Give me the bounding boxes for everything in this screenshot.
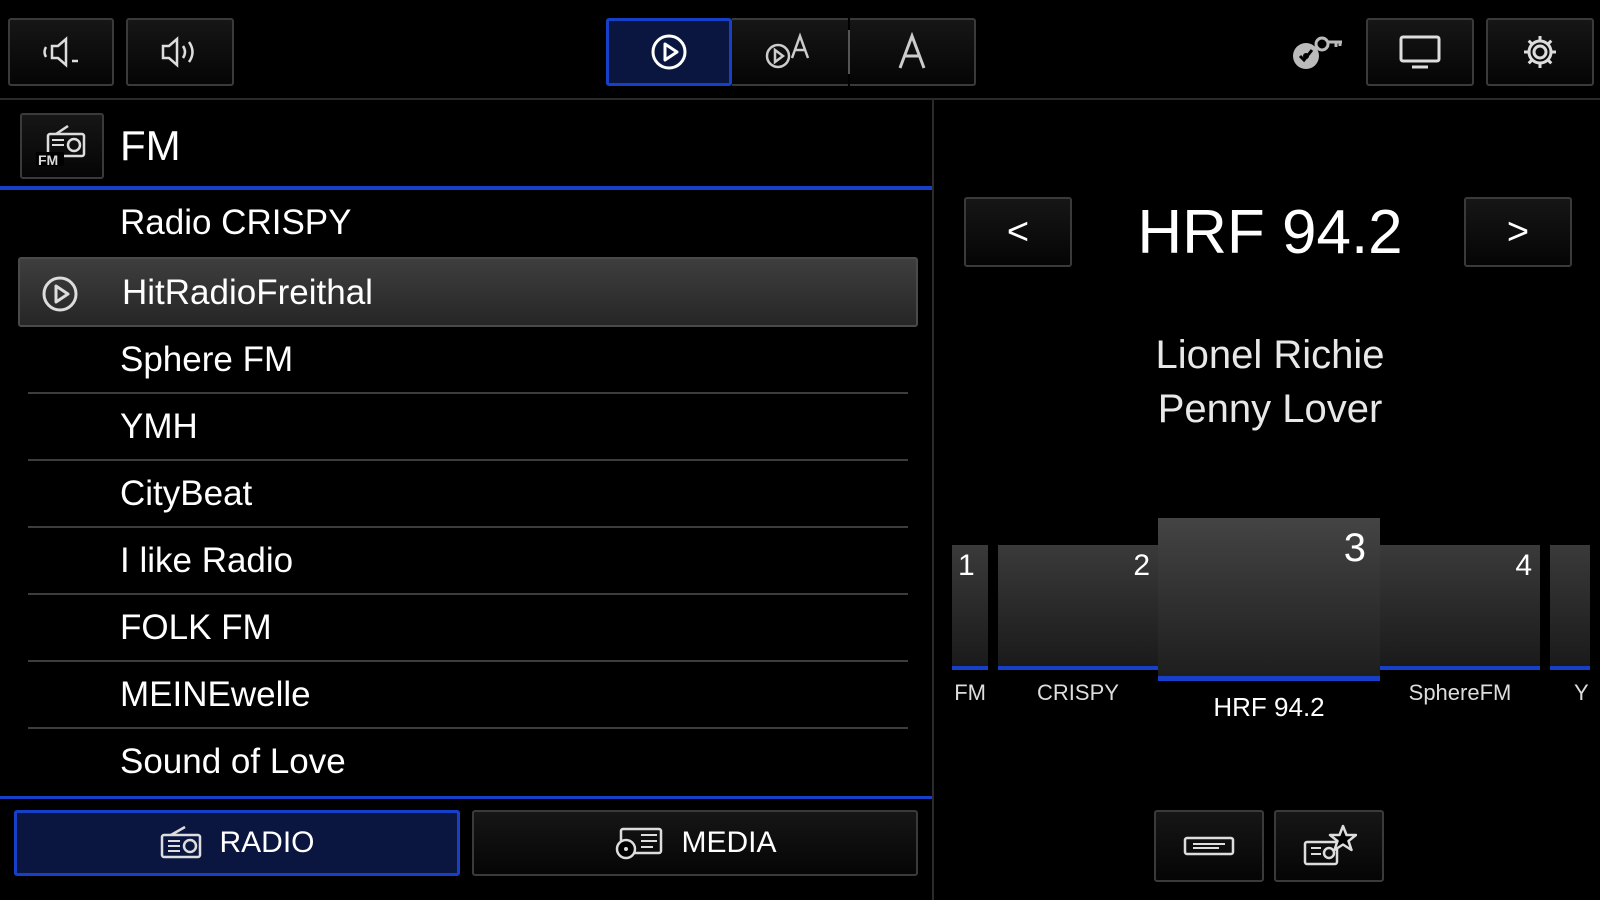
announce-icon bbox=[898, 32, 926, 69]
volume-down-button[interactable] bbox=[8, 18, 114, 86]
station-label: CityBeat bbox=[120, 474, 253, 513]
preset-number: 3 bbox=[1343, 526, 1366, 570]
preset-bar-3 bbox=[1158, 676, 1380, 681]
footer-accent-line bbox=[0, 796, 932, 799]
station-row[interactable]: FOLK FM bbox=[18, 595, 918, 662]
volume-up-button[interactable] bbox=[126, 18, 234, 86]
preset-bar-2 bbox=[998, 666, 1158, 670]
preset-tile-3[interactable]: 3 bbox=[1158, 518, 1380, 676]
preset-label-1: FM bbox=[954, 680, 986, 705]
fm-radio-icon: FM bbox=[36, 124, 86, 168]
preset-bar-1 bbox=[952, 666, 988, 670]
band-title: FM bbox=[120, 122, 181, 169]
station-label: HitRadioFreithal bbox=[122, 273, 373, 312]
station-row[interactable]: Sound of Love bbox=[18, 729, 918, 796]
station-row[interactable]: I like Radio bbox=[18, 528, 918, 595]
station-label: Radio CRISPY bbox=[120, 203, 352, 242]
preset-tile-4[interactable]: 4 bbox=[1380, 545, 1540, 667]
play-icon bbox=[651, 34, 687, 70]
prev-label: < bbox=[1006, 210, 1030, 253]
screen-button[interactable] bbox=[1366, 18, 1474, 86]
volume-down-icon bbox=[43, 36, 78, 68]
preset-label-5: Y bbox=[1574, 680, 1589, 705]
radio-icon bbox=[161, 825, 202, 859]
announce-button[interactable] bbox=[850, 18, 976, 86]
preset-number: 1 bbox=[958, 549, 975, 582]
station-row[interactable]: HitRadioFreithal bbox=[18, 257, 918, 327]
preset-number: 2 bbox=[1133, 549, 1150, 582]
segment-frame-left bbox=[732, 18, 734, 86]
station-name: HRF 94.2 bbox=[1137, 198, 1403, 267]
favorite-button[interactable] bbox=[1274, 810, 1384, 882]
station-row[interactable]: MEINEwelle bbox=[18, 662, 918, 729]
station-label: I like Radio bbox=[120, 541, 294, 580]
preset-tile-2[interactable]: 2 bbox=[998, 545, 1158, 667]
volume-up-icon bbox=[161, 36, 194, 68]
gear-icon bbox=[1524, 36, 1556, 68]
next-label: > bbox=[1506, 210, 1530, 253]
play-announce-button[interactable] bbox=[732, 18, 848, 86]
preset-tile-1[interactable]: 1 bbox=[952, 545, 988, 667]
cd-key-button[interactable] bbox=[1286, 30, 1346, 74]
station-list: Radio CRISPY HitRadioFreithal Sphere FM YMH… bbox=[18, 190, 918, 796]
tab-radio-label: RADIO bbox=[219, 826, 315, 859]
tab-radio[interactable]: RADIO bbox=[14, 810, 460, 876]
now-playing-icon bbox=[42, 276, 78, 312]
text-display-icon bbox=[1183, 836, 1235, 856]
preset-bar-4 bbox=[1380, 666, 1540, 670]
track-artist: Lionel Richie bbox=[1155, 333, 1385, 377]
screen-icon bbox=[1399, 35, 1441, 69]
play-announce-icon bbox=[765, 32, 810, 69]
station-label: FOLK FM bbox=[120, 608, 272, 647]
preset-bar-5 bbox=[1550, 666, 1590, 670]
station-row[interactable]: Sphere FM bbox=[18, 327, 918, 394]
source-select-button[interactable]: FM bbox=[20, 113, 104, 179]
prev-station-button[interactable]: < bbox=[964, 197, 1072, 267]
preset-label-2: CRISPY bbox=[1037, 680, 1119, 705]
tab-media-label: MEDIA bbox=[681, 826, 777, 859]
station-label: MEINEwelle bbox=[120, 675, 311, 714]
station-row[interactable]: YMH bbox=[18, 394, 918, 461]
topbar-divider bbox=[0, 98, 1600, 100]
cd-key-icon bbox=[1293, 36, 1342, 69]
preset-label-4: SphereFM bbox=[1408, 680, 1512, 705]
media-icon bbox=[616, 827, 663, 860]
panel-divider bbox=[932, 100, 934, 900]
radio-star-icon bbox=[1303, 824, 1357, 866]
preset-tile-5[interactable] bbox=[1550, 545, 1590, 667]
play-mode-button[interactable] bbox=[606, 18, 732, 86]
svg-text:FM: FM bbox=[38, 152, 58, 168]
next-station-button[interactable]: > bbox=[1464, 197, 1572, 267]
station-row[interactable]: CityBeat bbox=[18, 461, 918, 528]
station-row[interactable]: Radio CRISPY bbox=[18, 190, 918, 257]
tab-media[interactable]: MEDIA bbox=[472, 810, 918, 876]
station-label: Sphere FM bbox=[120, 340, 294, 379]
station-text-button[interactable] bbox=[1154, 810, 1264, 882]
preset-label-3: HRF 94.2 bbox=[1213, 692, 1325, 722]
station-label: YMH bbox=[120, 407, 198, 446]
station-label: Sound of Love bbox=[120, 742, 346, 781]
track-title: Penny Lover bbox=[1157, 387, 1383, 431]
settings-button[interactable] bbox=[1486, 18, 1594, 86]
preset-number: 4 bbox=[1515, 549, 1532, 582]
